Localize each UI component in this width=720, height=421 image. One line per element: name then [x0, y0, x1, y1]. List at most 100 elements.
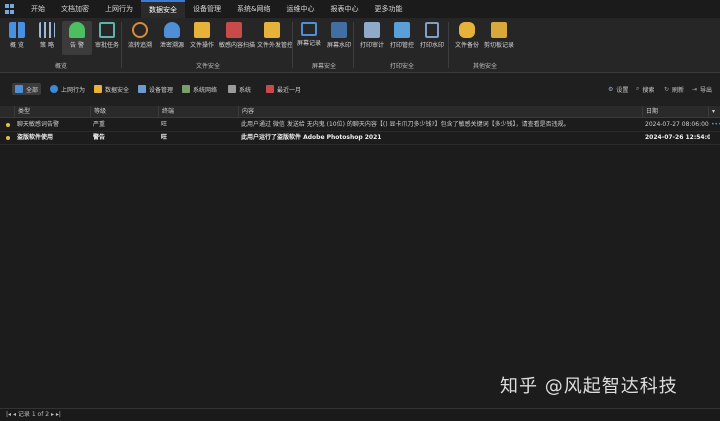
cell-date: 2024-07-26 12:54:07	[645, 134, 710, 141]
checklist-icon	[99, 22, 115, 38]
cell-content: 此用户运行了盗版软件 Adobe Photoshop 2021	[241, 134, 382, 141]
filter-system-network[interactable]: 系统网络	[182, 83, 217, 95]
menu-bar: 开始 文档加密 上网行为 数据安全 设备管理 系统&网络 运维中心 报表中心 更…	[0, 0, 720, 18]
filter-data-security[interactable]: 数据安全	[94, 83, 129, 95]
watermark-icon	[331, 22, 347, 38]
alert-button[interactable]: 告 警	[62, 21, 92, 55]
menu-item-ops-center[interactable]: 运维中心	[278, 0, 322, 18]
menu-item-report-center[interactable]: 报表中心	[322, 0, 366, 18]
refresh-button[interactable]: ↻ 刷新	[664, 83, 684, 95]
export-icon: ⇥	[692, 85, 698, 93]
folder-share-icon	[264, 22, 280, 38]
app-menu-icon[interactable]	[5, 4, 15, 14]
ribbon-toolbar: 概 览 策 略 告 警 审批任务 概览 流转追溯 泄密溯源 文件操作 敏感内容扫…	[0, 18, 720, 73]
printer-lock-icon	[394, 22, 410, 38]
menu-item-start[interactable]: 开始	[23, 0, 53, 18]
next-page-icon[interactable]: ▸	[51, 411, 54, 418]
prev-page-icon[interactable]: ◂	[13, 411, 16, 418]
bell-icon	[69, 22, 85, 38]
group-divider	[292, 22, 293, 68]
ribbon-group-other-security: 文件备份 剪切板记录 其他安全	[450, 18, 520, 72]
settings-button[interactable]: ⚙ 设置	[608, 83, 628, 95]
table-row[interactable]: 聊天敏感词告警 严重 旺 此用户通过 微信 发送给 无内鬼 (10位) 的聊天内…	[0, 119, 720, 132]
print-audit-button[interactable]: 打印审计	[357, 21, 387, 55]
group-title-file-security: 文件安全	[195, 63, 220, 70]
calendar-icon	[266, 85, 274, 93]
screen-record-button[interactable]: 屏幕记录	[294, 21, 324, 55]
approval-task-button[interactable]: 审批任务	[92, 21, 122, 55]
column-header-type[interactable]: 类型	[14, 106, 90, 117]
last-page-icon[interactable]: ▸|	[56, 411, 61, 418]
file-operation-button[interactable]: 文件操作	[187, 21, 217, 55]
grid-icon	[15, 85, 23, 93]
table-header: 类型 等级 终端 内容 日期 ▾	[0, 106, 720, 118]
overview-button[interactable]: 概 览	[2, 21, 32, 55]
screen-watermark-button[interactable]: 屏幕水印	[324, 21, 354, 55]
status-dot	[6, 136, 10, 140]
print-control-button[interactable]: 打印管控	[387, 21, 417, 55]
group-divider	[448, 22, 449, 68]
export-button[interactable]: ⇥ 导出	[692, 83, 712, 95]
status-bar: |◂ ◂ 记录 1 of 2 ▸ ▸|	[0, 408, 720, 421]
alert-table: 类型 等级 终端 内容 日期 ▾ 聊天敏感词告警 严重 旺 此用户通过 微信 发…	[0, 106, 720, 408]
filter-system[interactable]: 系统	[228, 83, 251, 95]
group-title-screen-security: 屏幕安全	[311, 63, 336, 70]
device-icon	[138, 85, 146, 93]
record-counter: 记录 1 of 2	[17, 411, 50, 418]
menu-item-system-network[interactable]: 系统&网络	[229, 0, 278, 18]
column-header-terminal[interactable]: 终端	[158, 106, 238, 117]
system-icon	[228, 85, 236, 93]
filter-toolbar: 全部 上网行为 数据安全 设备管理 系统网络 系统 最近一月 ⚙ 设置 ⌕ 搜索…	[0, 80, 720, 98]
first-page-icon[interactable]: |◂	[6, 411, 11, 418]
folder-icon	[94, 85, 102, 93]
sort-desc-icon[interactable]: ▾	[708, 106, 720, 117]
file-outbound-control-button[interactable]: 文件外发管控	[257, 21, 293, 55]
menu-item-doc-encrypt[interactable]: 文档加密	[53, 0, 97, 18]
print-watermark-button[interactable]: 打印水印	[417, 21, 447, 55]
group-title-print-security: 打印安全	[389, 63, 414, 70]
menu-item-more-functions[interactable]: 更多功能	[366, 0, 410, 18]
group-divider	[121, 22, 122, 68]
clipboard-record-button[interactable]: 剪切板记录	[484, 21, 514, 55]
trace-icon	[132, 22, 148, 38]
printer-icon	[364, 22, 380, 38]
cell-level: 严重	[93, 121, 106, 128]
group-title-other-security: 其他安全	[472, 63, 497, 70]
ribbon-group-screen-security: 屏幕记录 屏幕水印 屏幕安全	[294, 18, 354, 72]
select-all-column[interactable]	[0, 106, 14, 117]
clipboard-icon	[491, 22, 507, 38]
file-backup-button[interactable]: 文件备份	[452, 21, 482, 55]
column-header-level[interactable]: 等级	[90, 106, 158, 117]
column-header-date[interactable]: 日期	[642, 106, 708, 117]
globe-icon	[50, 85, 58, 93]
watermark-text: 知乎 @风起智达科技	[500, 376, 678, 397]
database-icon	[459, 22, 475, 38]
menu-item-data-security[interactable]: 数据安全	[141, 0, 185, 18]
monitor-icon	[301, 22, 317, 36]
refresh-icon: ↻	[664, 85, 670, 93]
search-button[interactable]: ⌕ 搜索	[636, 83, 654, 95]
cell-terminal: 旺	[161, 121, 168, 128]
sensitive-scan-button[interactable]: 敏感内容扫描	[219, 21, 255, 55]
filter-device-management[interactable]: 设备管理	[138, 83, 173, 95]
folder-icon	[194, 22, 210, 38]
column-header-content[interactable]: 内容	[238, 106, 642, 117]
cell-type: 聊天敏感词告警	[17, 121, 60, 128]
cell-level: 警告	[93, 134, 106, 141]
date-range-selector[interactable]: 最近一月	[266, 83, 301, 95]
group-divider	[353, 22, 354, 68]
document-watermark-icon	[425, 22, 439, 38]
scan-icon	[226, 22, 242, 38]
table-row[interactable]: 盗版软件使用 警告 旺 此用户运行了盗版软件 Adobe Photoshop 2…	[0, 132, 720, 145]
leak-trace-button[interactable]: 泄密溯源	[157, 21, 187, 55]
filter-web-behavior[interactable]: 上网行为	[50, 83, 85, 95]
menu-item-web-behavior[interactable]: 上网行为	[97, 0, 141, 18]
policy-button[interactable]: 策 略	[32, 21, 62, 55]
filter-all[interactable]: 全部	[12, 83, 42, 95]
cell-date: 2024-07-27 08:06:00	[645, 121, 709, 128]
more-icon[interactable]: •••	[708, 119, 720, 131]
cell-terminal: 旺	[161, 134, 168, 141]
sliders-icon	[39, 22, 55, 38]
flow-trace-button[interactable]: 流转追溯	[125, 21, 155, 55]
menu-item-device-management[interactable]: 设备管理	[185, 0, 229, 18]
